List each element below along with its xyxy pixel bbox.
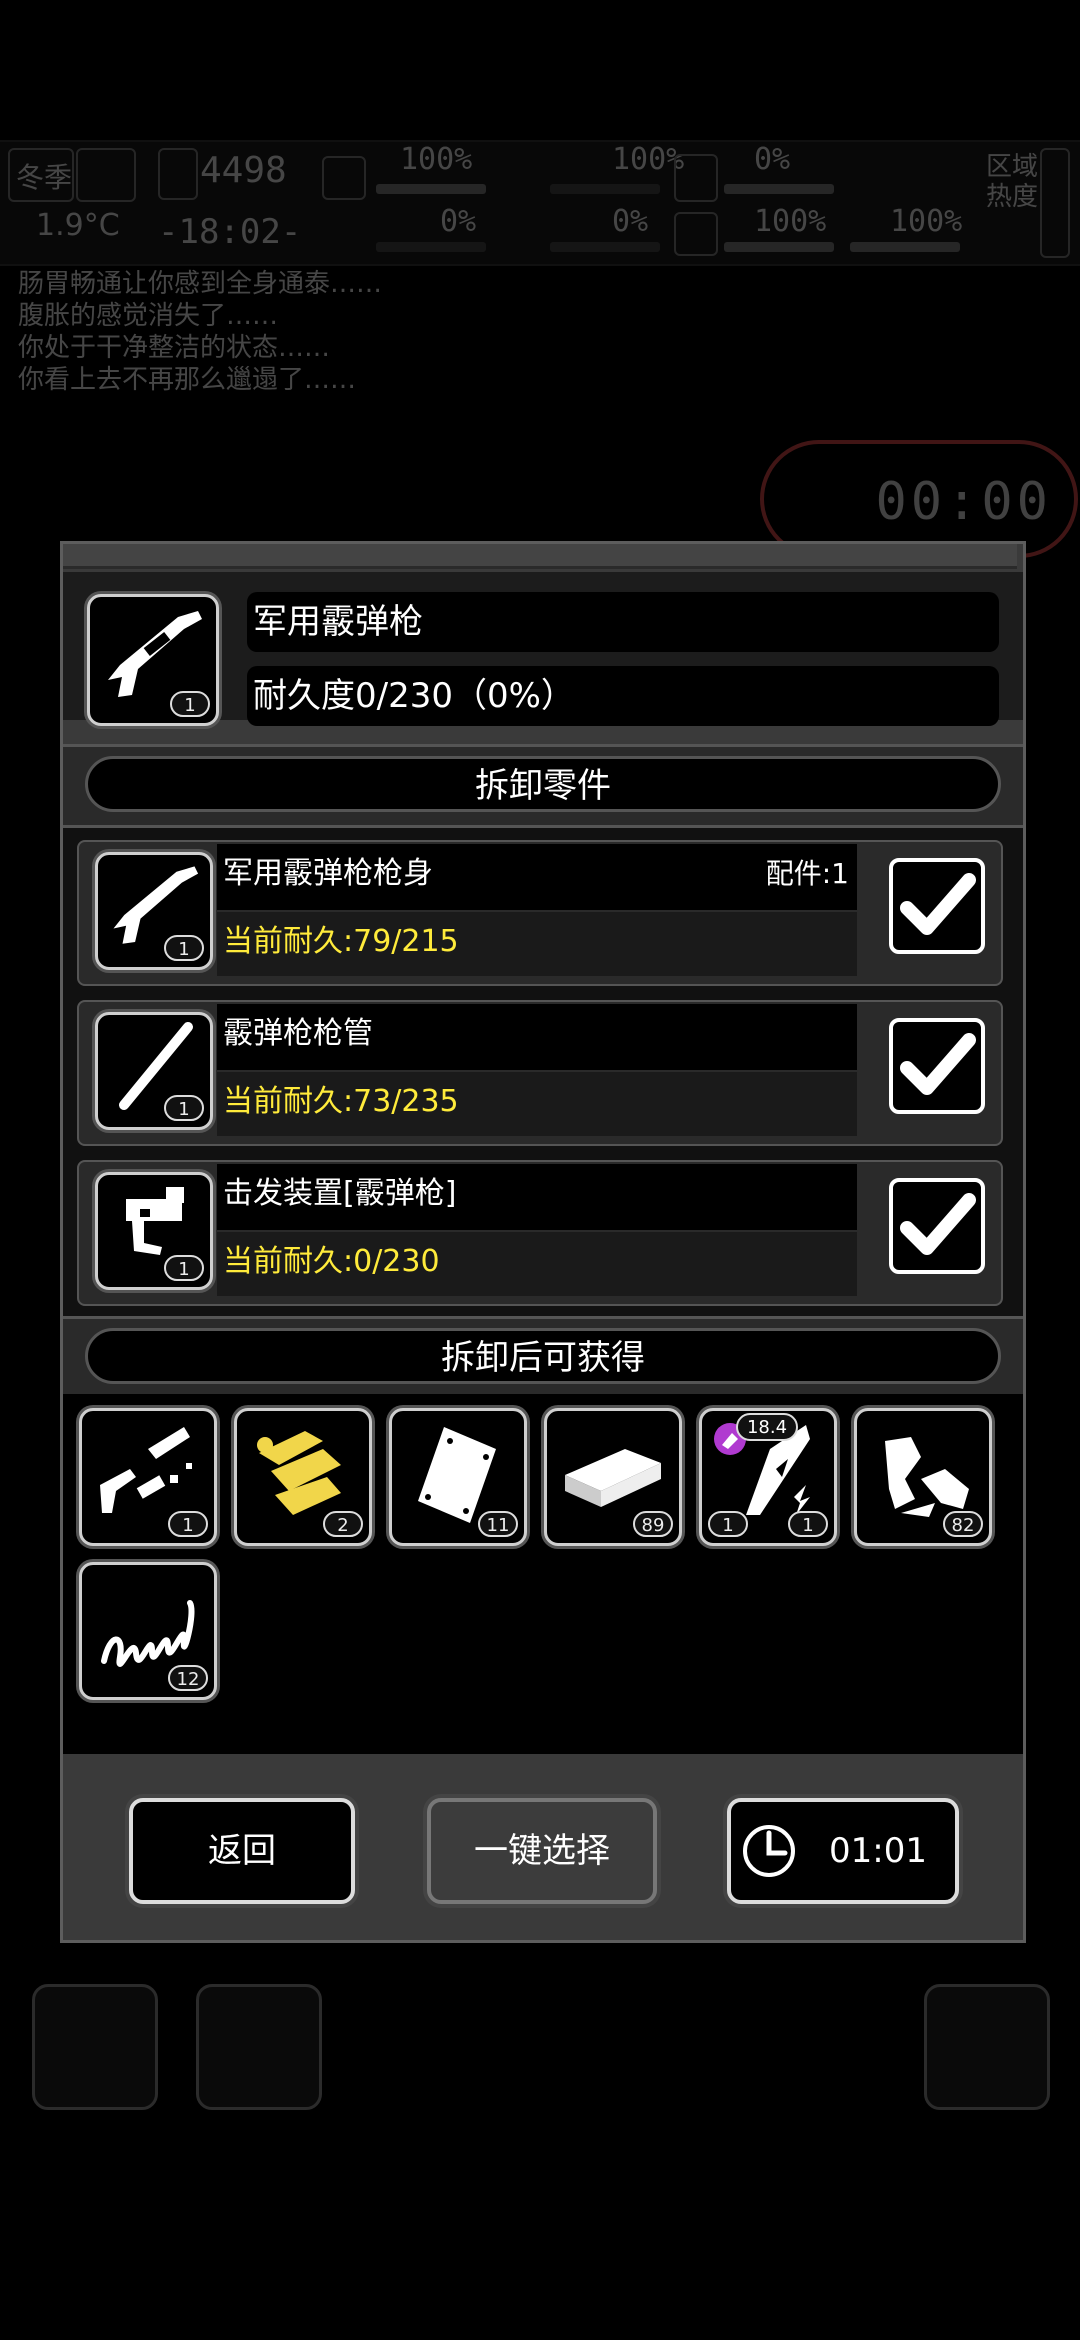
loot-slot[interactable]: 11 bbox=[389, 1408, 527, 1546]
part-checkbox[interactable] bbox=[889, 858, 985, 954]
loot-count: 12 bbox=[168, 1665, 208, 1691]
clock-icon bbox=[743, 1825, 795, 1877]
region-heat-label: 区域热度 bbox=[986, 152, 1039, 212]
inventory-sort-icon bbox=[924, 1984, 1050, 2110]
season-box: 冬季 bbox=[8, 148, 74, 202]
stat-bar-3 bbox=[550, 184, 660, 194]
parts-list: 1 军用霰弹枪枪身 配件:1 当前耐久:79/215 1 霰弹枪枪管 当前耐久:… bbox=[63, 828, 1023, 1322]
shotgun-icon bbox=[108, 611, 202, 697]
stat-bar-6 bbox=[724, 242, 834, 252]
part-row-firing-mechanism[interactable]: 1 击发装置[霰弹枪] 当前耐久:0/230 bbox=[77, 1160, 1003, 1306]
part-name-text: 军用霰弹枪枪身 bbox=[223, 856, 433, 891]
stat-bar-2 bbox=[376, 242, 486, 252]
dialog-footer: 返回 一键选择 01:01 bbox=[63, 1768, 1023, 1940]
part-count: 1 bbox=[164, 935, 204, 961]
part-name-text: 霰弹枪枪管 bbox=[223, 1016, 373, 1051]
message-log: 肠胃畅通让你感到全身通泰…… 腹胀的感觉消失了…… 你处于干净整洁的状态…… 你… bbox=[18, 268, 1068, 396]
stat-bar-4 bbox=[550, 242, 660, 252]
loot-count: 1 bbox=[168, 1511, 208, 1537]
part-accessory: 配件:1 bbox=[765, 857, 849, 890]
part-checkbox[interactable] bbox=[889, 1018, 985, 1114]
loot-slot[interactable]: 12 bbox=[79, 1562, 217, 1700]
parts-section-header: 拆卸零件 bbox=[63, 744, 1023, 828]
part-name: 击发装置[霰弹枪] bbox=[217, 1164, 857, 1230]
loot-slot[interactable]: 1 bbox=[79, 1408, 217, 1546]
loot-count: 82 bbox=[943, 1511, 983, 1537]
disassemble-time: 01:01 bbox=[829, 1831, 927, 1871]
part-count: 1 bbox=[164, 1255, 204, 1281]
part-row-barrel[interactable]: 1 霰弹枪枪管 当前耐久:73/235 bbox=[77, 1000, 1003, 1146]
log-line: 肠胃畅通让你感到全身通泰…… bbox=[18, 269, 383, 299]
part-count: 1 bbox=[164, 1095, 204, 1121]
select-all-button[interactable]: 一键选择 bbox=[427, 1798, 657, 1904]
part-durability: 当前耐久:0/230 bbox=[217, 1232, 857, 1296]
part-slot[interactable]: 1 bbox=[95, 1172, 213, 1290]
heart-icon bbox=[674, 212, 718, 256]
stat-value-4: 0% bbox=[612, 204, 649, 239]
loot-section-header: 拆卸后可获得 bbox=[63, 1316, 1023, 1400]
loot-title: 拆卸后可获得 bbox=[85, 1328, 1001, 1384]
region-heat-meter bbox=[1040, 148, 1070, 258]
status-hud: 冬季 1.9°C 4498 -18:02- 100% 0% 100% 0% 0%… bbox=[0, 140, 1080, 266]
stat-value-6: 100% bbox=[754, 204, 827, 239]
part-name-text: 击发装置[霰弹枪] bbox=[223, 1176, 457, 1211]
loot-count: 2 bbox=[323, 1511, 363, 1537]
part-slot[interactable]: 1 bbox=[95, 1012, 213, 1130]
item-count: 1 bbox=[170, 691, 210, 717]
moon-icon bbox=[76, 148, 136, 202]
stat-value-1: 100% bbox=[400, 142, 473, 177]
item-header: 1 军用霰弹枪 耐久度0/230（0%） bbox=[63, 572, 1023, 726]
loot-count-secondary: 1 bbox=[708, 1511, 748, 1537]
log-line: 腹胀的感觉消失了…… bbox=[18, 301, 279, 331]
back-button[interactable]: 返回 bbox=[129, 1798, 355, 1904]
day-counter: 4498 bbox=[200, 150, 287, 191]
loot-count: 89 bbox=[633, 1511, 673, 1537]
part-slot[interactable]: 1 bbox=[95, 852, 213, 970]
part-name: 霰弹枪枪管 bbox=[217, 1004, 857, 1070]
part-name: 军用霰弹枪枪身 配件:1 bbox=[217, 844, 857, 910]
stat-bar-1 bbox=[376, 184, 486, 194]
walk-icon bbox=[196, 1984, 322, 2110]
stat-bar-7 bbox=[850, 242, 960, 252]
game-clock: -18:02- bbox=[158, 212, 302, 252]
interact-hand-icon bbox=[32, 1984, 158, 2110]
dialog-top-bar bbox=[63, 544, 1017, 569]
checkmark-icon bbox=[900, 873, 976, 935]
start-disassemble-button[interactable]: 01:01 bbox=[727, 1798, 959, 1904]
item-slot[interactable]: 1 bbox=[87, 594, 219, 726]
part-row-shotgun-body[interactable]: 1 军用霰弹枪枪身 配件:1 当前耐久:79/215 bbox=[77, 840, 1003, 986]
stomach-icon bbox=[674, 154, 718, 202]
item-name: 军用霰弹枪 bbox=[247, 592, 999, 652]
checkmark-icon bbox=[900, 1193, 976, 1255]
medkit-icon bbox=[322, 156, 366, 200]
stat-value-2: 0% bbox=[440, 204, 477, 239]
parts-title: 拆卸零件 bbox=[85, 756, 1001, 812]
log-line: 你处于干净整洁的状态…… bbox=[18, 333, 331, 363]
stat-value-7: 100% bbox=[890, 204, 963, 239]
log-line: 你看上去不再那么邋遢了…… bbox=[18, 365, 357, 395]
disassemble-dialog: 1 军用霰弹枪 耐久度0/230（0%） 拆卸零件 1 军用霰弹枪枪身 配件:1… bbox=[60, 541, 1026, 1943]
stat-value-5: 0% bbox=[754, 142, 791, 177]
loot-count: 11 bbox=[478, 1511, 518, 1537]
loot-slot[interactable]: 18.4 1 1 bbox=[699, 1408, 837, 1546]
part-durability: 当前耐久:73/235 bbox=[217, 1072, 857, 1136]
loot-slot[interactable]: 2 bbox=[234, 1408, 372, 1546]
item-durability: 耐久度0/230（0%） bbox=[247, 666, 999, 726]
stat-bar-5 bbox=[724, 184, 834, 194]
season-label: 冬季 bbox=[16, 161, 73, 194]
loot-count: 1 bbox=[788, 1511, 828, 1537]
temperature: 1.9°C bbox=[36, 208, 120, 243]
part-checkbox[interactable] bbox=[889, 1178, 985, 1274]
background-timer-text: 00:00 bbox=[875, 472, 1052, 532]
loot-slot[interactable]: 89 bbox=[544, 1408, 682, 1546]
part-durability: 当前耐久:79/215 bbox=[217, 912, 857, 976]
day-icon bbox=[158, 148, 198, 200]
loot-slot[interactable]: 82 bbox=[854, 1408, 992, 1546]
blade-value-badge: 18.4 bbox=[736, 1413, 798, 1441]
checkmark-icon bbox=[900, 1033, 976, 1095]
loot-grid: 1 2 11 89 18.4 1 1 82 12 bbox=[63, 1394, 1023, 1754]
